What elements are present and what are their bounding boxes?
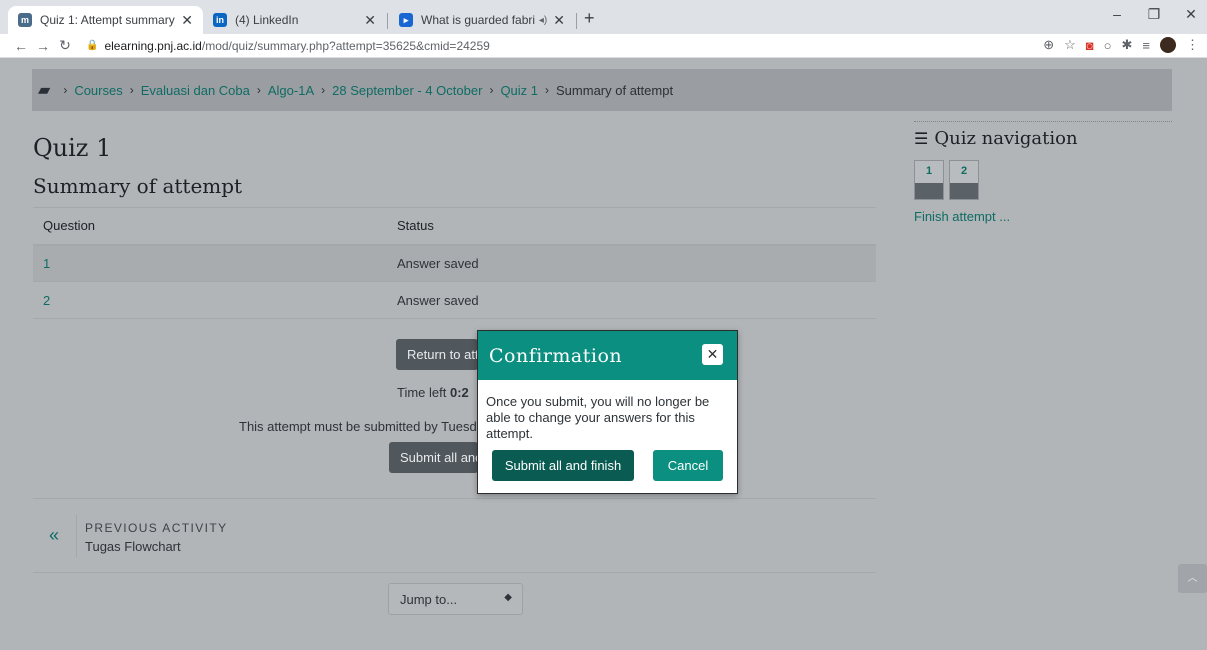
- select-chevron-icon: ◆: [504, 592, 512, 603]
- breadcrumb-separator: ›: [256, 83, 261, 97]
- quiz-nav-button-2[interactable]: 2: [949, 160, 979, 200]
- submit-all-and-finish-button[interactable]: Submit all and finish: [492, 450, 634, 481]
- table-header-row: Question Status: [33, 207, 876, 246]
- browser-tab-quiz[interactable]: m Quiz 1: Attempt summary ✕: [8, 6, 203, 34]
- puzzle-extensions-icon[interactable]: ✱: [1122, 37, 1133, 53]
- double-chevron-left-icon[interactable]: «: [49, 525, 59, 546]
- browser-menu-icon[interactable]: ⋮: [1186, 37, 1199, 53]
- moodle-favicon-icon: m: [18, 13, 32, 27]
- main-region: Quiz 1 Summary of attempt Question Statu…: [33, 134, 876, 319]
- scroll-to-top-button[interactable]: ︿: [1178, 564, 1207, 593]
- divider: [76, 515, 77, 557]
- browser-toolbar: ← → ↻ 🔒 elearning.pnj.ac.id/mod/quiz/sum…: [0, 34, 1207, 58]
- quiz-navigation-block: ☰ Quiz navigation 1 2 Finish attempt ...: [914, 121, 1172, 224]
- breadcrumb-separator: ›: [321, 83, 326, 97]
- tab-title: What is guarded fabric?: [421, 13, 535, 27]
- breadcrumb-courses[interactable]: Courses: [74, 83, 122, 98]
- reading-list-icon[interactable]: ≡: [1142, 38, 1150, 53]
- time-left-label: Time left: [397, 385, 447, 400]
- quiz-nav-button-1[interactable]: 1: [914, 160, 944, 200]
- column-header-status: Status: [397, 207, 876, 246]
- window-close-icon[interactable]: ✕: [1176, 6, 1206, 23]
- answered-indicator: [915, 183, 943, 199]
- quiz-navigation-title: ☰ Quiz navigation: [914, 128, 1172, 149]
- submit-deadline-notice: This attempt must be submitted by Tuesd: [239, 419, 477, 434]
- submit-all-button[interactable]: Submit all and: [389, 442, 478, 473]
- hamburger-menu-icon: ☰: [914, 129, 929, 148]
- url-path: /mod/quiz/summary.php?attempt=35625&cmid…: [201, 38, 490, 53]
- tab-divider: [387, 13, 388, 29]
- browser-tab-video[interactable]: ▸ What is guarded fabric? ◂) ✕: [389, 6, 575, 34]
- audio-playing-icon[interactable]: ◂): [539, 15, 547, 26]
- summary-table: Question Status 1 Answer saved 2 Answer …: [33, 207, 876, 319]
- finish-attempt-link[interactable]: Finish attempt ...: [914, 209, 1172, 224]
- quiz-nav-number: 1: [925, 165, 933, 177]
- quiz-nav-number: 2: [960, 165, 968, 177]
- question-status: Answer saved: [397, 244, 876, 282]
- question-status: Answer saved: [397, 281, 876, 319]
- reload-icon[interactable]: ↻: [54, 37, 76, 54]
- quiz-navigation-label: Quiz navigation: [934, 128, 1078, 149]
- close-tab-icon[interactable]: ✕: [364, 12, 376, 29]
- breadcrumb-separator: ›: [489, 83, 494, 97]
- confirmation-dialog: Confirmation ✕ Once you submit, you will…: [477, 330, 738, 494]
- dialog-message: Once you submit, you will no longer be a…: [486, 394, 710, 441]
- breadcrumb-quiz[interactable]: Quiz 1: [500, 83, 538, 98]
- circle-extension-icon[interactable]: ○: [1104, 38, 1112, 53]
- close-icon[interactable]: ✕: [702, 344, 723, 365]
- folder-icon[interactable]: ▰: [38, 80, 50, 100]
- close-tab-icon[interactable]: ✕: [553, 12, 565, 29]
- minimize-icon[interactable]: –: [1102, 6, 1132, 22]
- jump-to-select[interactable]: Jump to... ◆: [388, 583, 523, 615]
- forward-arrow-icon[interactable]: →: [32, 38, 54, 54]
- breadcrumb-class[interactable]: Algo-1A: [268, 83, 314, 98]
- answered-indicator: [950, 183, 978, 199]
- section-title: Summary of attempt: [33, 174, 243, 198]
- activity-navigation: « PREVIOUS ACTIVITY Tugas Flowchart: [33, 498, 876, 573]
- return-to-attempt-button[interactable]: Return to att: [396, 339, 478, 370]
- jump-to-label: Jump to...: [400, 591, 458, 607]
- bookmark-star-icon[interactable]: ☆: [1064, 37, 1076, 53]
- table-row: 2 Answer saved: [33, 281, 876, 319]
- time-left-value: 0:2: [449, 385, 469, 400]
- time-left-text: Time left 0:2: [397, 385, 469, 400]
- browser-tab-bar: m Quiz 1: Attempt summary ✕ in (4) Linke…: [0, 0, 1207, 34]
- breadcrumb-week[interactable]: 28 September - 4 October: [332, 83, 482, 98]
- profile-avatar[interactable]: [1160, 37, 1176, 53]
- restore-icon[interactable]: ❐: [1139, 6, 1169, 23]
- close-tab-icon[interactable]: ✕: [181, 12, 193, 29]
- tab-divider: [576, 13, 577, 29]
- table-row: 1 Answer saved: [33, 244, 876, 282]
- lock-icon: 🔒: [86, 40, 99, 51]
- breadcrumb-separator: ›: [63, 83, 68, 97]
- cancel-button[interactable]: Cancel: [653, 450, 723, 481]
- question-nav-buttons: 1 2: [914, 160, 1172, 200]
- address-bar[interactable]: 🔒 elearning.pnj.ac.id/mod/quiz/summary.p…: [86, 39, 490, 53]
- dialog-header: Confirmation: [478, 331, 737, 380]
- linkedin-favicon-icon: in: [213, 13, 227, 27]
- question-link[interactable]: 2: [33, 281, 397, 319]
- column-header-question: Question: [33, 207, 397, 246]
- previous-activity-label: PREVIOUS ACTIVITY: [85, 521, 228, 535]
- question-link[interactable]: 1: [33, 244, 397, 282]
- breadcrumb-current: Summary of attempt: [556, 82, 674, 98]
- extension-area: ⊕ ☆ ◙ ○ ✱ ≡ ⋮: [1043, 37, 1199, 53]
- video-favicon-icon: ▸: [399, 13, 413, 27]
- pocket-extension-icon[interactable]: ◙: [1086, 38, 1094, 53]
- breadcrumb: ▰ › Courses › Evaluasi dan Coba › Algo-1…: [32, 69, 1172, 111]
- zoom-icon[interactable]: ⊕: [1043, 37, 1054, 53]
- page-title: Quiz 1: [33, 134, 112, 162]
- tab-title: Quiz 1: Attempt summary: [40, 13, 175, 27]
- dialog-title: Confirmation: [489, 344, 623, 367]
- back-arrow-icon[interactable]: ←: [10, 38, 32, 54]
- url-host: elearning.pnj.ac.id: [104, 38, 202, 53]
- breadcrumb-separator: ›: [545, 83, 550, 97]
- breadcrumb-separator: ›: [129, 83, 134, 97]
- breadcrumb-course[interactable]: Evaluasi dan Coba: [141, 83, 250, 98]
- browser-tab-linkedin[interactable]: in (4) LinkedIn ✕: [203, 6, 386, 34]
- previous-activity-link[interactable]: Tugas Flowchart: [85, 539, 181, 554]
- new-tab-plus-icon[interactable]: +: [584, 8, 595, 29]
- tab-title: (4) LinkedIn: [235, 13, 299, 27]
